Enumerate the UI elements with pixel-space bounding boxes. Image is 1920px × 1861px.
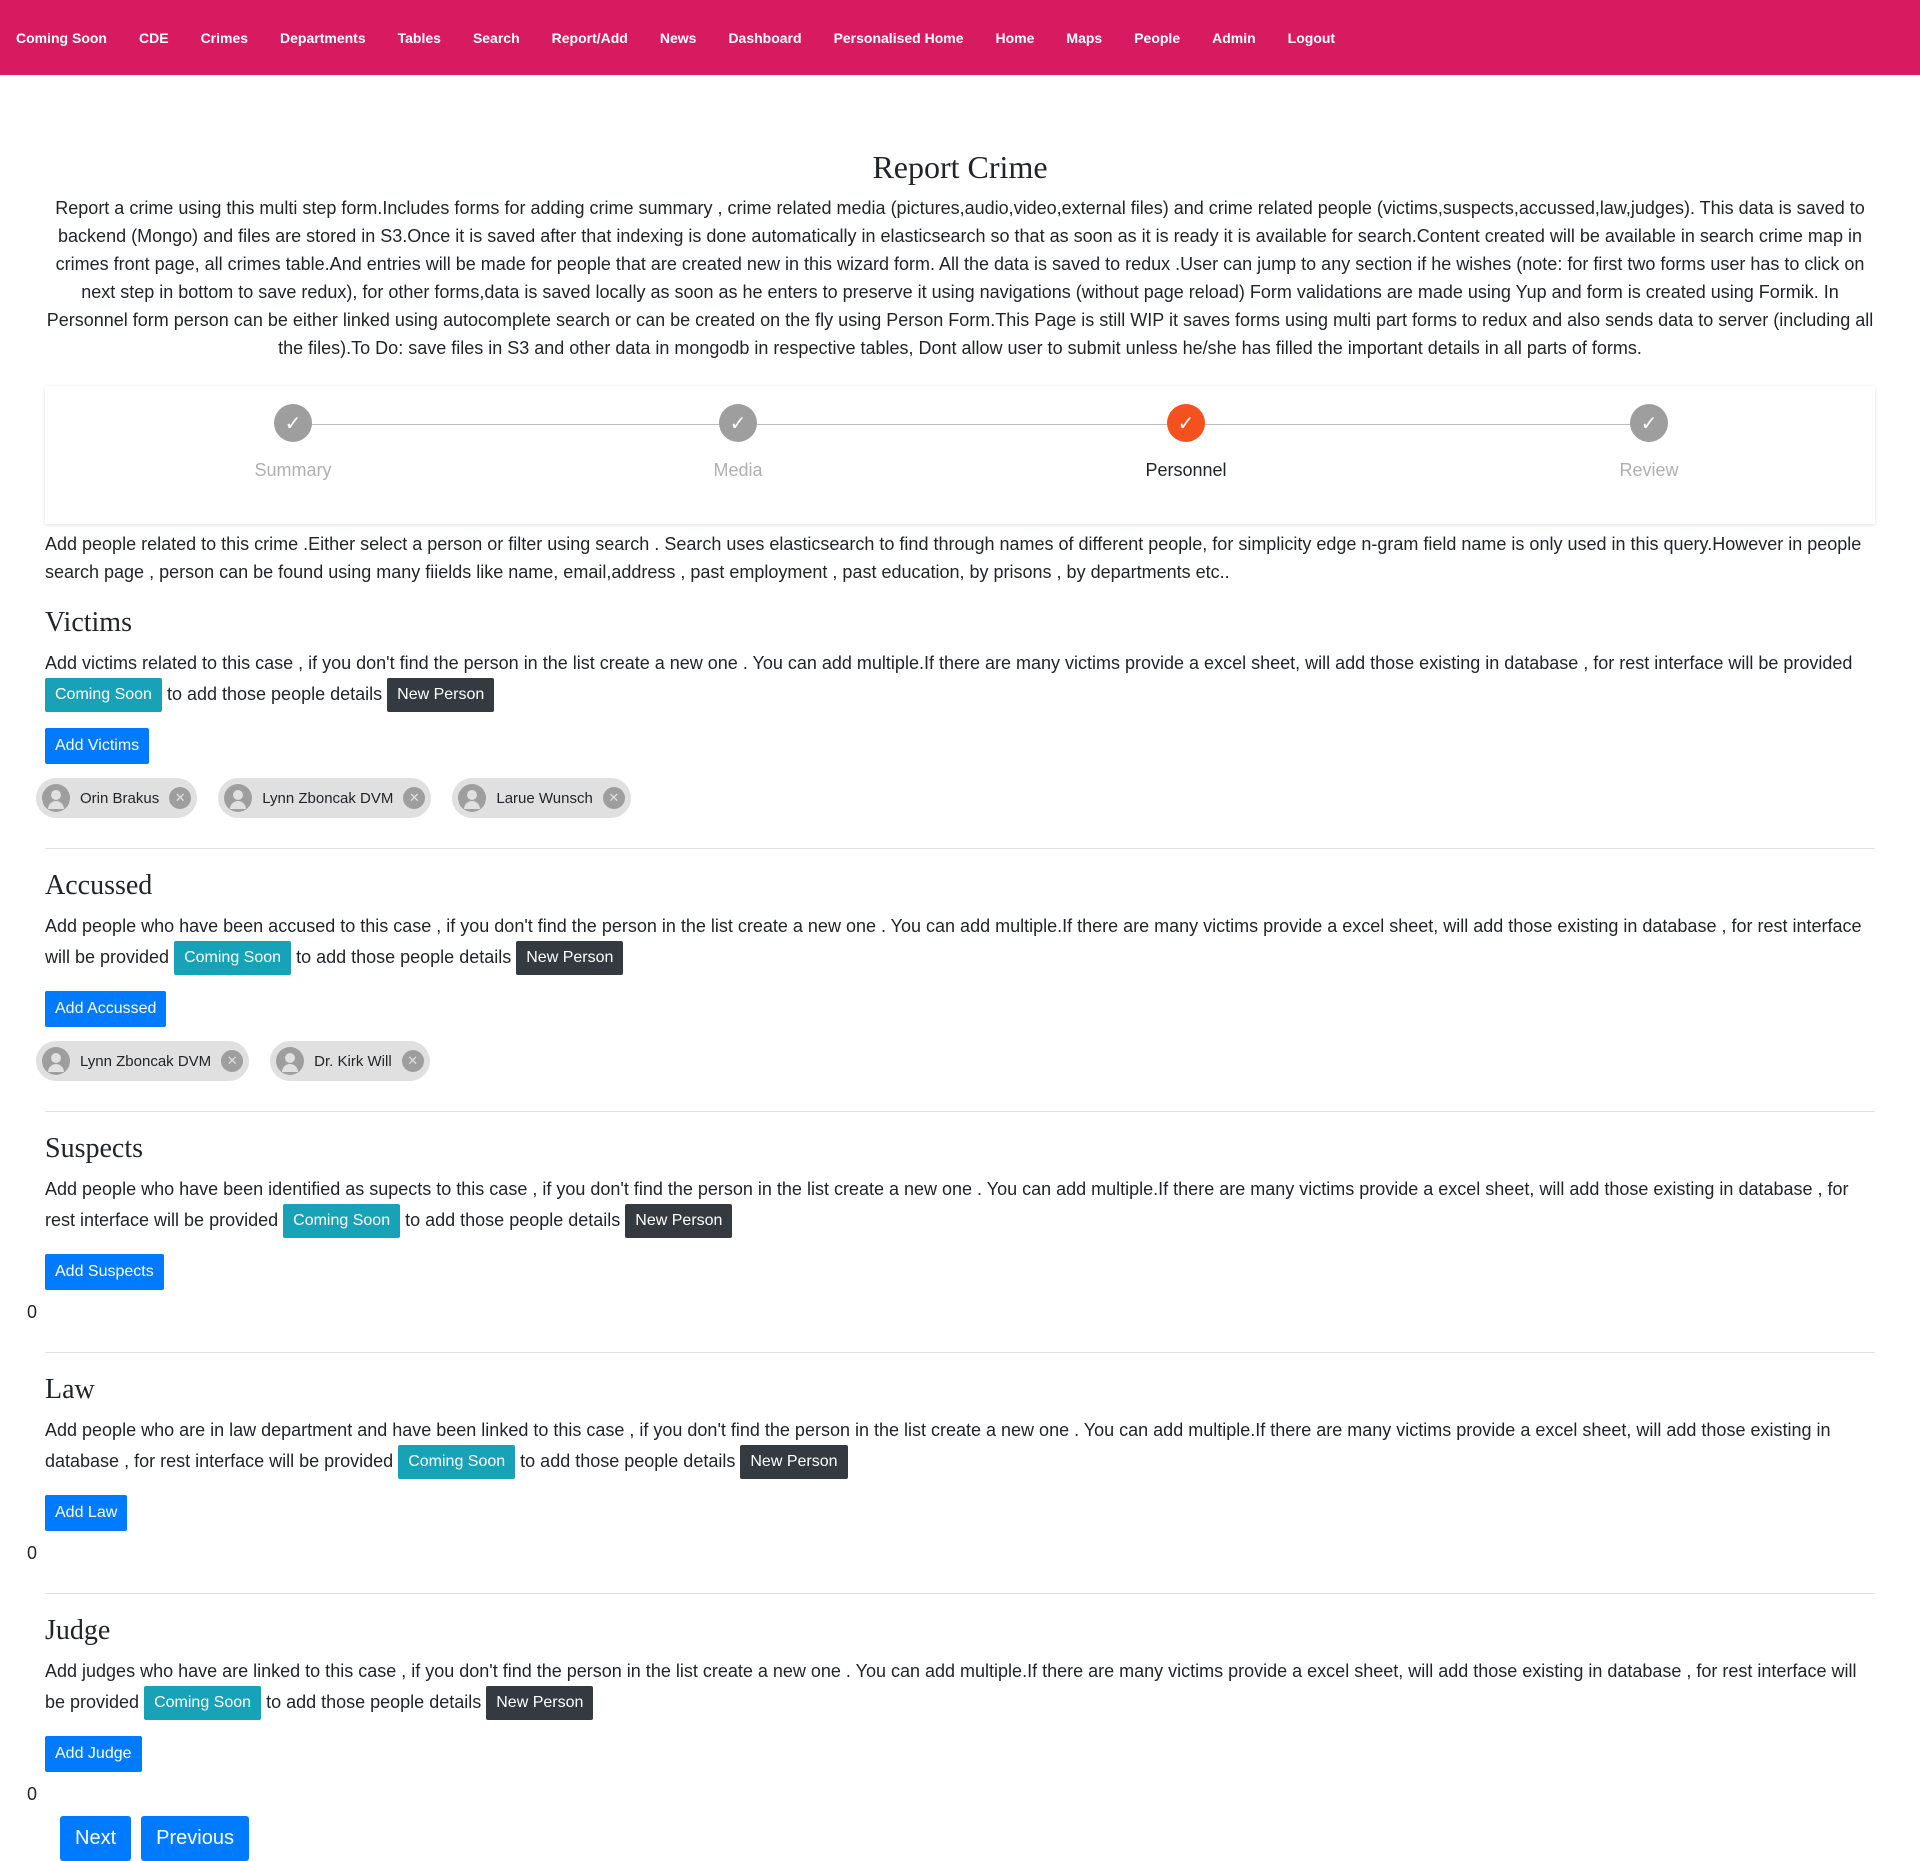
nav-maps[interactable]: Maps [1054, 30, 1114, 46]
section-description: Add people who have been accused to this… [45, 911, 1875, 975]
chip-label: Orin Brakus [80, 789, 160, 807]
section-desc-text: Add victims related to this case , if yo… [45, 653, 1853, 673]
add-judge-button[interactable]: Add Judge [45, 1736, 142, 1772]
new-person-button[interactable]: New Person [625, 1204, 733, 1238]
page-intro: Report a crime using this multi step for… [46, 198, 1874, 358]
section-title: Suspects [45, 1133, 143, 1164]
section-description: Add people who are in law department and… [45, 1415, 1875, 1479]
person-icon [458, 784, 487, 812]
remove-icon[interactable]: ✕ [602, 787, 625, 809]
top-navbar: Coming Soon CDE Crimes Departments Table… [0, 0, 1920, 75]
nav-departments[interactable]: Departments [268, 30, 378, 46]
new-person-button[interactable]: New Person [740, 1445, 848, 1479]
check-icon: ✓ [274, 404, 312, 442]
nav-crimes[interactable]: Crimes [189, 30, 260, 46]
details-text: to add those people details [296, 946, 512, 967]
section-description: Add victims related to this case , if yo… [45, 648, 1875, 712]
chip-label: Dr. Kirk Will [314, 1052, 392, 1070]
nav-home[interactable]: Home [984, 30, 1047, 46]
nav-report-add[interactable]: Report/Add [540, 30, 640, 46]
step-label: Summary [254, 460, 332, 480]
details-text: to add those people details [405, 1209, 621, 1230]
remove-icon[interactable]: ✕ [403, 787, 426, 809]
person-chip[interactable]: Larue Wunsch ✕ [452, 778, 631, 818]
nav-news[interactable]: News [648, 30, 709, 46]
person-chip[interactable]: Orin Brakus ✕ [36, 778, 198, 818]
next-button[interactable]: Next [60, 1816, 132, 1861]
nav-tables[interactable]: Tables [386, 30, 453, 46]
add-accussed-button[interactable]: Add Accussed [45, 991, 167, 1027]
new-person-button[interactable]: New Person [486, 1686, 594, 1720]
person-icon [42, 1047, 70, 1075]
person-icon [224, 784, 253, 812]
person-chip[interactable]: Lynn Zboncak DVM ✕ [218, 778, 432, 818]
nav-logout[interactable]: Logout [1276, 30, 1347, 46]
nav-search[interactable]: Search [461, 30, 532, 46]
coming-soon-button[interactable]: Coming Soon [144, 1686, 262, 1720]
section-title: Law [45, 1374, 95, 1405]
chip-label: Lynn Zboncak DVM [80, 1052, 212, 1070]
chip-label: Larue Wunsch [496, 789, 593, 807]
step-label: Personnel [1145, 460, 1227, 480]
check-icon: ✓ [1167, 404, 1205, 442]
person-icon [276, 1047, 305, 1075]
new-person-button[interactable]: New Person [516, 941, 624, 975]
coming-soon-button[interactable]: Coming Soon [398, 1445, 516, 1479]
nav-personalised-home[interactable]: Personalised Home [822, 30, 976, 46]
nav-cde[interactable]: CDE [127, 30, 181, 46]
check-icon: ✓ [719, 404, 757, 442]
remove-icon[interactable]: ✕ [401, 1050, 424, 1072]
wizard-footer: Next Previous [60, 1816, 1875, 1861]
step-label: Media [713, 460, 763, 480]
add-law-button[interactable]: Add Law [45, 1495, 128, 1531]
remove-icon[interactable]: ✕ [169, 787, 192, 809]
judge-count: 0 [27, 1784, 38, 1804]
step-summary[interactable]: ✓ Summary [193, 404, 393, 481]
add-victims-button[interactable]: Add Victims [45, 728, 150, 764]
step-label: Review [1619, 460, 1679, 480]
judge-section: Judge Add judges who have are linked to … [27, 1594, 1875, 1806]
suspects-count: 0 [27, 1302, 38, 1322]
coming-soon-button[interactable]: Coming Soon [283, 1204, 401, 1238]
remove-icon[interactable]: ✕ [221, 1050, 244, 1072]
main-container: Report Crime Report a crime using this m… [0, 149, 1920, 1861]
step-media[interactable]: ✓ Media [638, 404, 838, 481]
victims-chip-list: Orin Brakus ✕ Lynn Zboncak DVM ✕ Larue W… [36, 778, 1875, 818]
person-icon [42, 784, 70, 812]
nav-coming-soon[interactable]: Coming Soon [4, 30, 119, 46]
page-title: Report Crime [872, 149, 1048, 185]
section-desc-text: Add people who are in law department and… [45, 1420, 1831, 1471]
suspects-section: Suspects Add people who have been identi… [27, 1112, 1875, 1353]
nav-dashboard[interactable]: Dashboard [716, 30, 813, 46]
person-chip[interactable]: Lynn Zboncak DVM ✕ [36, 1041, 250, 1081]
coming-soon-button[interactable]: Coming Soon [174, 941, 292, 975]
nav-admin[interactable]: Admin [1200, 30, 1268, 46]
details-text: to add those people details [166, 683, 383, 704]
new-person-button[interactable]: New Person [387, 678, 495, 712]
check-icon: ✓ [1630, 404, 1668, 442]
section-description: Add people who have been identified as s… [45, 1174, 1875, 1238]
accussed-section: Accussed Add people who have been accuse… [36, 849, 1875, 1112]
details-text: to add those people details [520, 1450, 736, 1471]
person-chip[interactable]: Dr. Kirk Will ✕ [270, 1041, 430, 1081]
personnel-description: Add people related to this crime .Either… [45, 534, 1862, 582]
coming-soon-button[interactable]: Coming Soon [45, 678, 162, 712]
step-review[interactable]: ✓ Review [1549, 404, 1749, 481]
section-description: Add judges who have are linked to this c… [45, 1656, 1875, 1720]
section-title: Victims [45, 607, 132, 638]
accussed-chip-list: Lynn Zboncak DVM ✕ Dr. Kirk Will ✕ [36, 1041, 1875, 1081]
wizard-stepper: ✓ Summary ✓ Media ✓ Personnel ✓ Review [45, 386, 1875, 524]
nav-people[interactable]: People [1122, 30, 1192, 46]
section-title: Judge [45, 1615, 111, 1646]
section-title: Accussed [45, 870, 153, 901]
chip-label: Lynn Zboncak DVM [262, 789, 394, 807]
law-count: 0 [27, 1543, 38, 1563]
add-suspects-button[interactable]: Add Suspects [45, 1254, 164, 1290]
step-personnel[interactable]: ✓ Personnel [1086, 404, 1286, 481]
previous-button[interactable]: Previous [141, 1816, 249, 1861]
law-section: Law Add people who are in law department… [27, 1353, 1875, 1594]
details-text: to add those people details [266, 1691, 482, 1712]
victims-section: Victims Add victims related to this case… [36, 586, 1875, 849]
